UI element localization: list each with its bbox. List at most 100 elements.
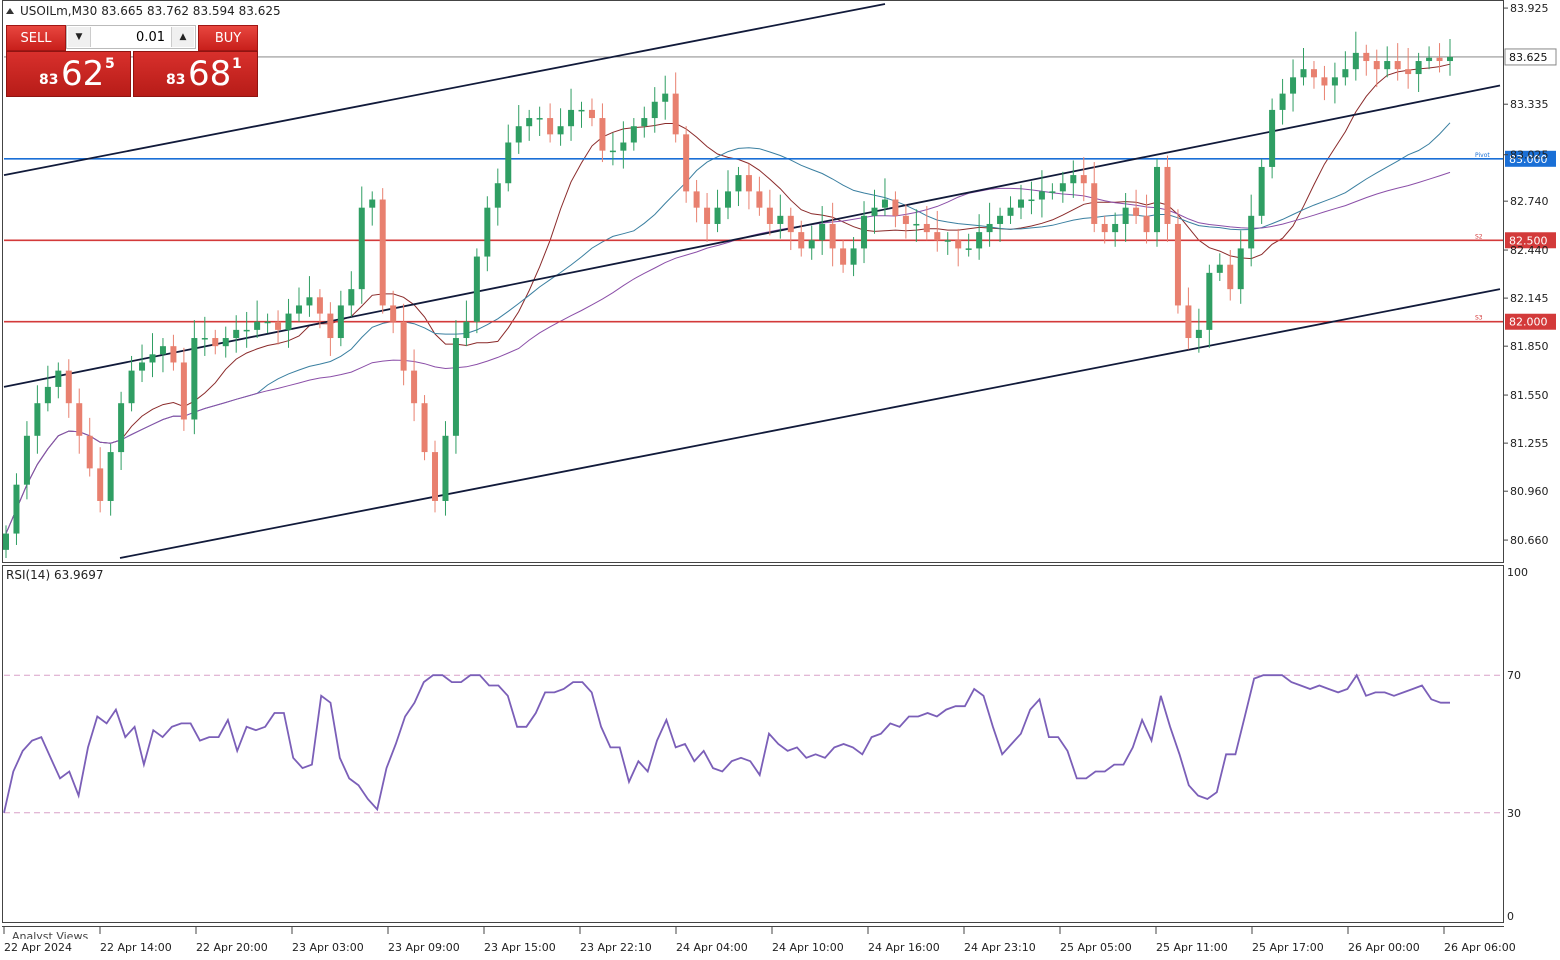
candle-body	[745, 175, 752, 192]
one-click-trading-panel: SELL ▼ ▲ BUY 83 62 5 83 68 1	[6, 25, 258, 97]
candle-body	[128, 370, 135, 404]
candle-body	[432, 452, 439, 501]
sell-price-big: 62	[61, 54, 105, 94]
price-tick-label: 83.025	[1510, 149, 1549, 162]
candle-body	[819, 223, 826, 241]
candle-body	[620, 142, 627, 151]
candle-body	[463, 321, 470, 339]
candle-body	[725, 191, 731, 208]
rsi-tick-label: 100	[1507, 566, 1528, 579]
sell-price-prefix: 83	[39, 72, 59, 88]
candle-body	[913, 223, 920, 226]
candle-body	[861, 215, 868, 249]
time-tick-label: 23 Apr 22:10	[580, 941, 652, 954]
buy-button[interactable]: BUY	[198, 25, 258, 51]
sell-price-box[interactable]: 83 62 5	[6, 51, 131, 97]
candle-body	[1342, 69, 1349, 78]
candle-body	[1195, 329, 1202, 339]
candle-body	[107, 452, 114, 501]
candle-body	[808, 240, 815, 249]
candle-body	[568, 109, 575, 127]
rsi-pane-frame	[2, 565, 1504, 923]
candle-body	[1426, 57, 1433, 62]
ohlc-values: 83.665 83.762 83.594 83.625	[101, 4, 281, 18]
candle-body	[1059, 183, 1066, 192]
collapse-triangle-icon[interactable]	[6, 8, 14, 14]
time-tick-label: 26 Apr 06:00	[1444, 941, 1516, 954]
candle-body	[1363, 52, 1370, 62]
candle-body	[55, 370, 62, 387]
candle-body	[1227, 264, 1234, 290]
candle-body	[934, 232, 941, 241]
candle-body	[766, 207, 773, 224]
candle-body	[23, 435, 30, 485]
candle-body	[1290, 77, 1297, 94]
candle-body	[201, 338, 208, 340]
candle-body	[327, 313, 334, 339]
candle-body	[1352, 52, 1359, 70]
candle-body	[1447, 56, 1453, 62]
candle-body	[180, 362, 187, 420]
time-tick-label: 24 Apr 10:00	[772, 941, 844, 954]
candle-body	[1017, 199, 1024, 208]
moving-average-line	[5, 63, 1451, 534]
rsi-tick-label: 70	[1507, 669, 1521, 682]
time-tick-label: 24 Apr 16:00	[868, 941, 940, 954]
candle-body	[337, 305, 344, 339]
candle-body	[683, 134, 690, 192]
candle-body	[798, 232, 805, 249]
chart-canvas[interactable]: 83.000Pivot82.500S282.000S3 10070300 83.…	[0, 0, 1560, 960]
candle-body	[976, 232, 983, 249]
candle-body	[536, 118, 543, 120]
candle-body	[557, 126, 564, 135]
price-level-label: 82.000	[1509, 316, 1548, 329]
moving-average-line	[5, 171, 1451, 534]
candle-body	[505, 142, 512, 184]
candle-body	[97, 468, 104, 501]
time-tick-label: 22 Apr 14:00	[100, 941, 172, 954]
sell-button[interactable]: SELL	[6, 25, 66, 51]
candle-body	[955, 240, 962, 249]
time-tick-label: 24 Apr 04:00	[676, 941, 748, 954]
candle-body	[348, 289, 355, 306]
time-tick-label: 25 Apr 11:00	[1156, 941, 1228, 954]
candle-body	[473, 256, 480, 322]
price-level-tag: Pivot	[1475, 152, 1490, 159]
candle-body	[588, 109, 595, 119]
candle-body	[641, 118, 648, 127]
sell-price-sup: 5	[105, 56, 115, 72]
candle-body	[756, 191, 763, 208]
candle-body	[1133, 207, 1140, 216]
candle-body	[777, 215, 784, 224]
buy-price-big: 68	[188, 54, 232, 94]
candle-body	[222, 338, 229, 347]
time-tick-label: 25 Apr 17:00	[1252, 941, 1324, 954]
candle-body	[295, 305, 302, 314]
candle-body	[599, 118, 606, 151]
candle-body	[316, 297, 323, 314]
candle-body	[86, 435, 93, 469]
candle-body	[693, 191, 700, 208]
buy-price-box[interactable]: 83 68 1	[133, 51, 258, 97]
candle-body	[34, 403, 41, 436]
rsi-tick-label: 30	[1507, 807, 1521, 820]
candle-body	[1185, 305, 1192, 339]
symbol-name: USOILm,M30	[20, 4, 98, 18]
candle-body	[704, 207, 711, 224]
candle-body	[1279, 93, 1286, 110]
lot-increase-icon[interactable]: ▲	[171, 27, 194, 47]
lot-decrease-icon[interactable]: ▼	[68, 27, 91, 47]
candle-body	[1007, 207, 1014, 216]
candle-body	[400, 321, 407, 371]
candle-body	[1300, 69, 1307, 78]
time-tick-label: 22 Apr 20:00	[196, 941, 268, 954]
time-tick-label: 23 Apr 09:00	[388, 941, 460, 954]
candle-body	[118, 403, 125, 453]
candle-body	[76, 403, 83, 436]
candle-body	[902, 215, 909, 224]
candle-body	[1258, 166, 1265, 216]
candle-body	[1038, 191, 1045, 200]
price-tick-label: 82.145	[1510, 292, 1549, 305]
lot-size-input[interactable]	[93, 28, 169, 46]
analyst-views-label: Analyst Views	[12, 930, 89, 939]
